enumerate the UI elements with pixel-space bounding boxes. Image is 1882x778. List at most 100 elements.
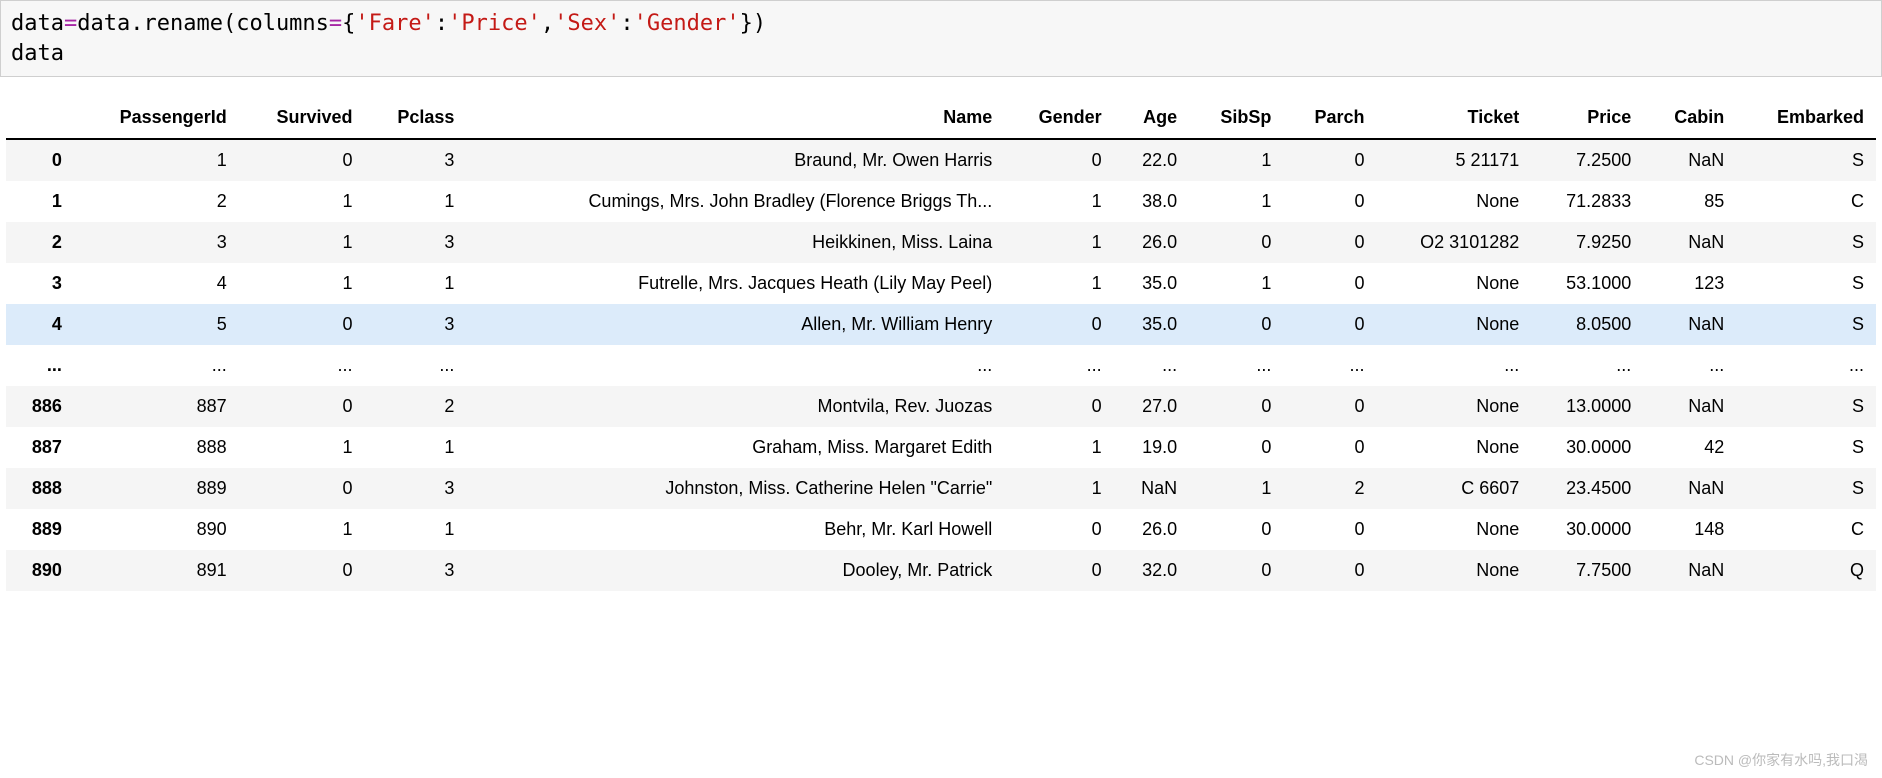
row-index: ... (6, 345, 74, 386)
code-token: . (130, 11, 143, 36)
column-header: Ticket (1377, 97, 1532, 139)
cell: S (1736, 139, 1876, 181)
cell: 53.1000 (1531, 263, 1643, 304)
cell: 85 (1643, 181, 1736, 222)
column-header: Pclass (364, 97, 466, 139)
cell: ... (1283, 345, 1376, 386)
cell: 1 (1004, 181, 1113, 222)
cell: 4 (74, 263, 239, 304)
code-token: 'Fare' (355, 11, 434, 36)
cell: 0 (1189, 427, 1283, 468)
cell: None (1377, 427, 1532, 468)
row-index: 890 (6, 550, 74, 591)
table-body: 0103Braund, Mr. Owen Harris022.0105 2117… (6, 139, 1876, 591)
table-row: 89089103Dooley, Mr. Patrick032.000None7.… (6, 550, 1876, 591)
cell: 3 (74, 222, 239, 263)
table-row: 1211Cumings, Mrs. John Bradley (Florence… (6, 181, 1876, 222)
cell: Cumings, Mrs. John Bradley (Florence Bri… (466, 181, 1004, 222)
cell: 0 (1283, 263, 1376, 304)
cell: 0 (1283, 427, 1376, 468)
cell: None (1377, 304, 1532, 345)
cell: Johnston, Miss. Catherine Helen "Carrie" (466, 468, 1004, 509)
cell: 1 (1189, 263, 1283, 304)
row-index: 2 (6, 222, 74, 263)
cell: NaN (1643, 304, 1736, 345)
cell: 1 (239, 509, 365, 550)
table-row: 3411Futrelle, Mrs. Jacques Heath (Lily M… (6, 263, 1876, 304)
code-token: } (740, 11, 753, 36)
code-token: = (64, 11, 77, 36)
cell: 22.0 (1114, 139, 1189, 181)
column-header: Embarked (1736, 97, 1876, 139)
cell: 1 (1004, 263, 1113, 304)
code-token: data (11, 11, 64, 36)
cell: C 6607 (1377, 468, 1532, 509)
cell: 1 (364, 181, 466, 222)
cell: 0 (239, 550, 365, 591)
cell: Braund, Mr. Owen Harris (466, 139, 1004, 181)
code-input-cell[interactable]: data=data.rename(columns={'Fare':'Price'… (0, 0, 1882, 77)
cell: 32.0 (1114, 550, 1189, 591)
table-row: 2313Heikkinen, Miss. Laina126.000O2 3101… (6, 222, 1876, 263)
cell: 0 (1189, 509, 1283, 550)
cell: Q (1736, 550, 1876, 591)
cell: NaN (1643, 550, 1736, 591)
row-index: 0 (6, 139, 74, 181)
cell: 7.9250 (1531, 222, 1643, 263)
cell: None (1377, 386, 1532, 427)
cell: Behr, Mr. Karl Howell (466, 509, 1004, 550)
cell: NaN (1643, 386, 1736, 427)
cell: ... (466, 345, 1004, 386)
code-token: : (620, 11, 633, 36)
cell: 23.4500 (1531, 468, 1643, 509)
cell: 3 (364, 468, 466, 509)
cell: 0 (1189, 222, 1283, 263)
cell: 1 (1189, 181, 1283, 222)
cell: S (1736, 304, 1876, 345)
cell: 5 21171 (1377, 139, 1532, 181)
cell: None (1377, 509, 1532, 550)
cell: 3 (364, 139, 466, 181)
row-index: 1 (6, 181, 74, 222)
code-token: : (435, 11, 448, 36)
cell: 887 (74, 386, 239, 427)
row-index: 886 (6, 386, 74, 427)
code-token: , (541, 11, 554, 36)
cell: 2 (364, 386, 466, 427)
cell: 1 (74, 139, 239, 181)
cell: 1 (1189, 468, 1283, 509)
code-token: { (342, 11, 355, 36)
code-token: 'Sex' (554, 11, 620, 36)
cell: 1 (364, 427, 466, 468)
cell: 2 (74, 181, 239, 222)
cell: 123 (1643, 263, 1736, 304)
column-header: Survived (239, 97, 365, 139)
cell: 26.0 (1114, 222, 1189, 263)
cell: S (1736, 468, 1876, 509)
cell: 3 (364, 222, 466, 263)
table-row: 88688702Montvila, Rev. Juozas027.000None… (6, 386, 1876, 427)
row-index: 3 (6, 263, 74, 304)
cell: 1 (1004, 427, 1113, 468)
column-header: Age (1114, 97, 1189, 139)
table-row: 88788811Graham, Miss. Margaret Edith119.… (6, 427, 1876, 468)
cell: S (1736, 386, 1876, 427)
row-index: 4 (6, 304, 74, 345)
output-cell: PassengerIdSurvivedPclassNameGenderAgeSi… (0, 77, 1882, 601)
table-row: 88989011Behr, Mr. Karl Howell026.000None… (6, 509, 1876, 550)
cell: ... (1004, 345, 1113, 386)
cell: 1 (1004, 468, 1113, 509)
cell: 0 (1189, 386, 1283, 427)
cell: 71.2833 (1531, 181, 1643, 222)
cell: None (1377, 263, 1532, 304)
cell: 38.0 (1114, 181, 1189, 222)
cell: 0 (239, 304, 365, 345)
cell: ... (1643, 345, 1736, 386)
cell: 0 (1004, 509, 1113, 550)
cell: S (1736, 222, 1876, 263)
cell: None (1377, 550, 1532, 591)
table-row: 4503Allen, Mr. William Henry035.000None8… (6, 304, 1876, 345)
cell: 0 (239, 468, 365, 509)
cell: 0 (1283, 304, 1376, 345)
cell: 5 (74, 304, 239, 345)
